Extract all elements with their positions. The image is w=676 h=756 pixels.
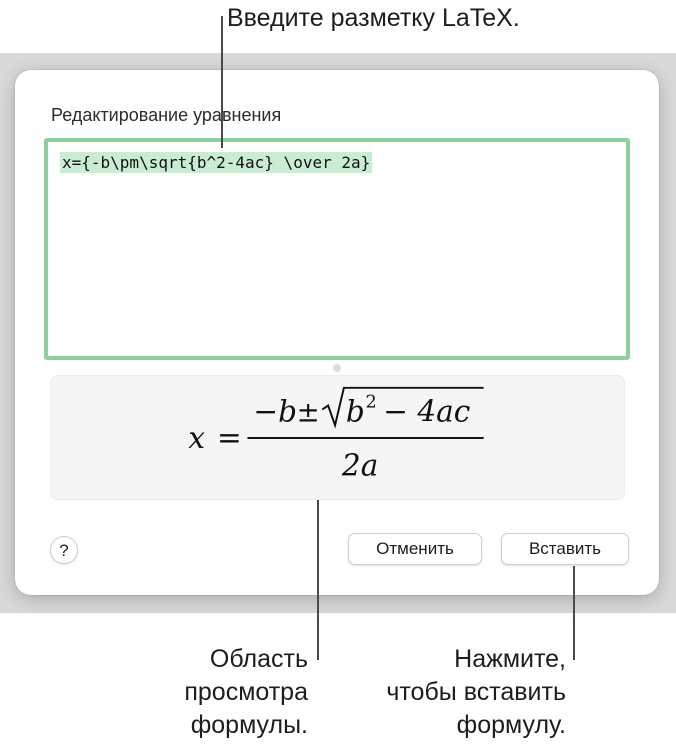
formula-exponent: 2 xyxy=(366,392,377,412)
callout-preview-line-1: Область xyxy=(209,645,308,673)
leader-line-latex xyxy=(221,16,223,148)
callout-preview-area: Область просмотра формулы. xyxy=(184,643,308,742)
formula-equals: = xyxy=(217,421,242,455)
formula-radicand-b: b xyxy=(346,394,365,428)
leader-line-preview xyxy=(317,500,319,660)
formula-radicand-rest: − 4ac xyxy=(383,394,470,428)
callout-insert-line-1: Нажмите, xyxy=(454,645,566,673)
formula-render: x = −b ± b 2 − 4ac 2a xyxy=(188,386,484,482)
latex-input-text[interactable]: x={-b\pm\sqrt{b^2-4ac} \over 2a} xyxy=(60,152,373,173)
edit-equation-label: Редактирование уравнения xyxy=(51,105,282,125)
fraction-bar xyxy=(247,437,484,439)
callout-insert-line-3: формулу. xyxy=(456,711,566,739)
callout-enter-latex: Введите разметку LaTeX. xyxy=(227,4,520,32)
leader-line-insert xyxy=(573,566,575,660)
formula-lhs: x xyxy=(188,421,205,455)
formula-preview-area: x = −b ± b 2 − 4ac 2a xyxy=(50,375,625,500)
formula-minus-b: −b xyxy=(253,394,297,428)
latex-input-field[interactable]: x={-b\pm\sqrt{b^2-4ac} \over 2a} xyxy=(44,138,630,360)
insert-button[interactable]: Вставить xyxy=(501,533,629,565)
help-button[interactable]: ? xyxy=(50,536,78,564)
callout-insert-hint: Нажмите, чтобы вставить формулу. xyxy=(386,643,566,742)
formula-plus-minus: ± xyxy=(297,396,320,428)
callout-preview-line-3: формулы. xyxy=(190,711,308,739)
callout-preview-line-2: просмотра xyxy=(184,678,308,706)
formula-denominator: 2a xyxy=(341,448,378,482)
resize-handle[interactable] xyxy=(333,364,341,372)
cancel-button[interactable]: Отменить xyxy=(348,533,482,565)
callout-insert-line-2: чтобы вставить xyxy=(386,678,566,706)
